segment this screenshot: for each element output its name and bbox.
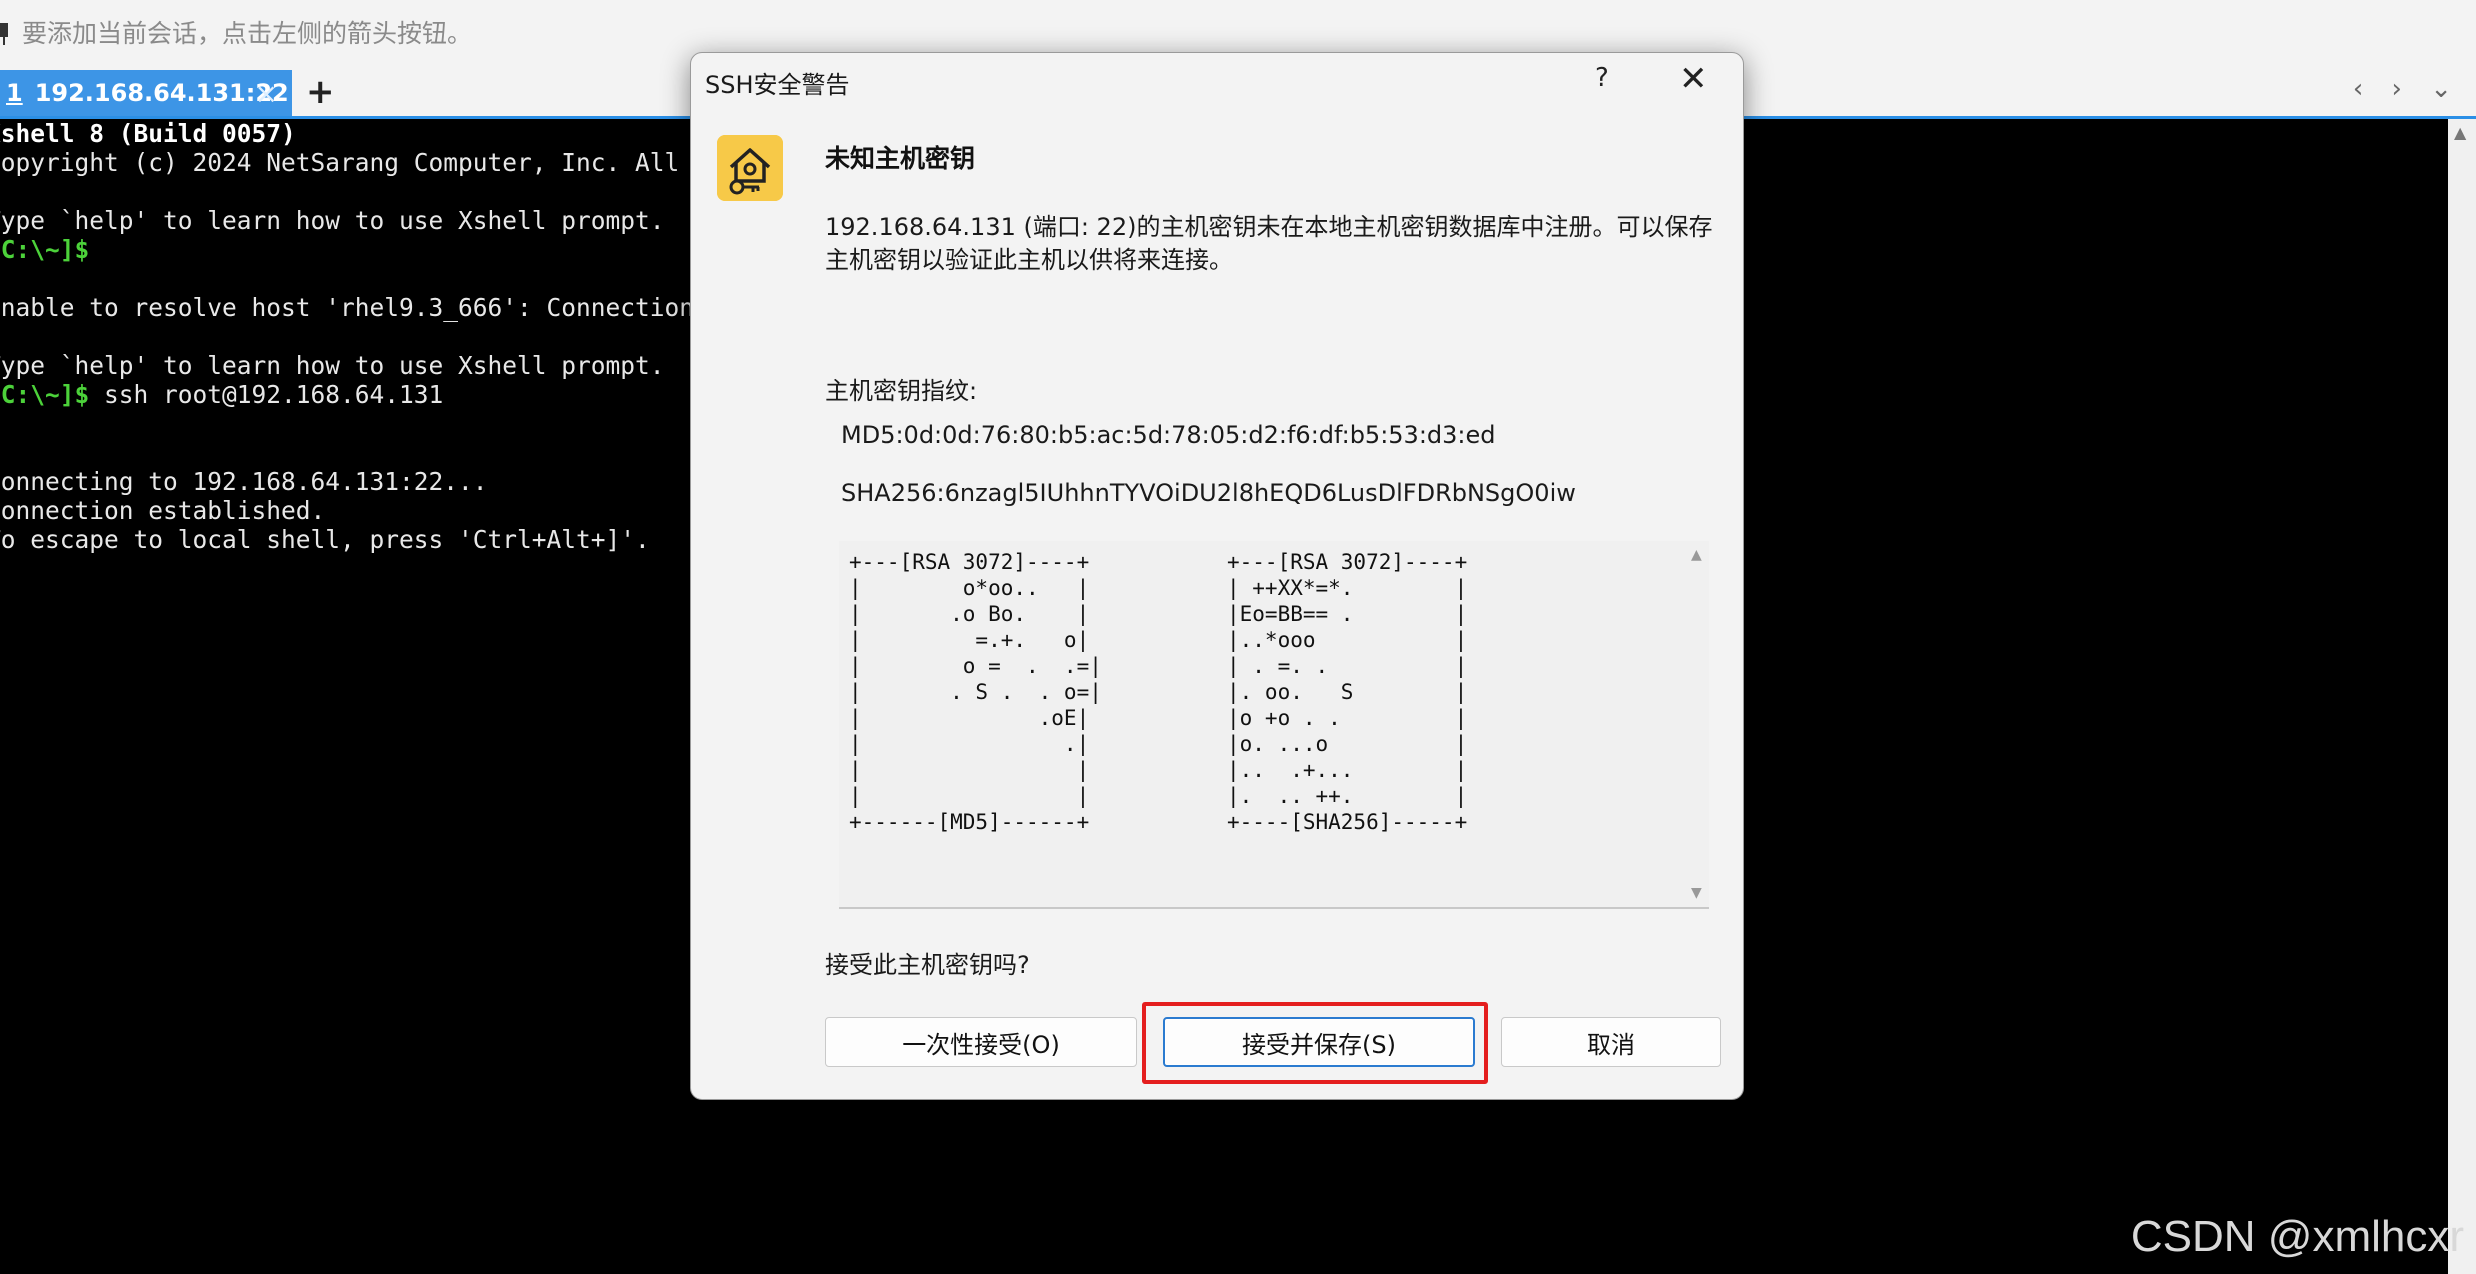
- randomart-box[interactable]: +---[RSA 3072]----+ | o*oo.. | | .o Bo. …: [839, 541, 1709, 909]
- session-hint-text: 要添加当前会话，点击左侧的箭头按钮。: [22, 19, 473, 48]
- fingerprint-sha256: SHA256:6nzagl5IUhhnTYVOiDU2l8hEQD6LusDlF…: [841, 479, 1576, 507]
- tab-session-1[interactable]: 1 192.168.64.131:22 ×: [0, 70, 292, 116]
- tab-navigation-icons[interactable]: ‹ › ⌄: [2353, 74, 2462, 104]
- randomart-md5: +---[RSA 3072]----+ | o*oo.. | | .o Bo. …: [849, 550, 1102, 834]
- tab-label: 192.168.64.131:22: [34, 79, 289, 107]
- dialog-heading: 未知主机密钥: [825, 144, 976, 173]
- accept-once-button[interactable]: 一次性接受(O): [825, 1017, 1137, 1067]
- pin-icon[interactable]: [0, 17, 12, 47]
- terminal-command: ssh root@192.168.64.131: [89, 380, 444, 409]
- scroll-down-icon[interactable]: ▼: [1691, 885, 1702, 901]
- help-button[interactable]: ?: [1595, 63, 1609, 93]
- ssh-security-dialog: SSH安全警告 ? ✕ 未知主机密钥 192.168.64.131 (端口: 2…: [690, 52, 1744, 1100]
- terminal-scrollbar[interactable]: ▲: [2448, 119, 2476, 1274]
- scroll-up-icon[interactable]: ▲: [1691, 547, 1702, 563]
- tab-index: 1: [6, 79, 23, 107]
- add-tab-button[interactable]: +: [306, 72, 335, 112]
- cancel-button[interactable]: 取消: [1501, 1017, 1721, 1067]
- fingerprint-md5: MD5:0d:0d:76:80:b5:ac:5d:78:05:d2:f6:df:…: [841, 421, 1496, 449]
- terminal-prompt: [C:\~]$: [0, 380, 90, 409]
- dialog-message: 192.168.64.131 (端口: 22)的主机密钥未在本地主机密钥数据库中…: [825, 213, 1713, 274]
- accept-question: 接受此主机密钥吗?: [825, 951, 1030, 979]
- scroll-up-icon[interactable]: ▲: [2454, 123, 2466, 142]
- watermark: CSDN @xmlhcxr: [2130, 1212, 2464, 1261]
- close-button[interactable]: ✕: [1679, 59, 1708, 99]
- randomart-scrollbar[interactable]: ▲ ▼: [1687, 541, 1709, 907]
- randomart-sha256: +---[RSA 3072]----+ | ++XX*=*. | |Eo=BB=…: [1227, 550, 1468, 834]
- host-key-icon: [717, 135, 783, 201]
- tab-close-icon[interactable]: ×: [255, 77, 278, 110]
- fingerprint-label: 主机密钥指纹:: [825, 377, 978, 405]
- dialog-title: SSH安全警告: [705, 71, 850, 99]
- accept-and-save-button[interactable]: 接受并保存(S): [1163, 1017, 1475, 1067]
